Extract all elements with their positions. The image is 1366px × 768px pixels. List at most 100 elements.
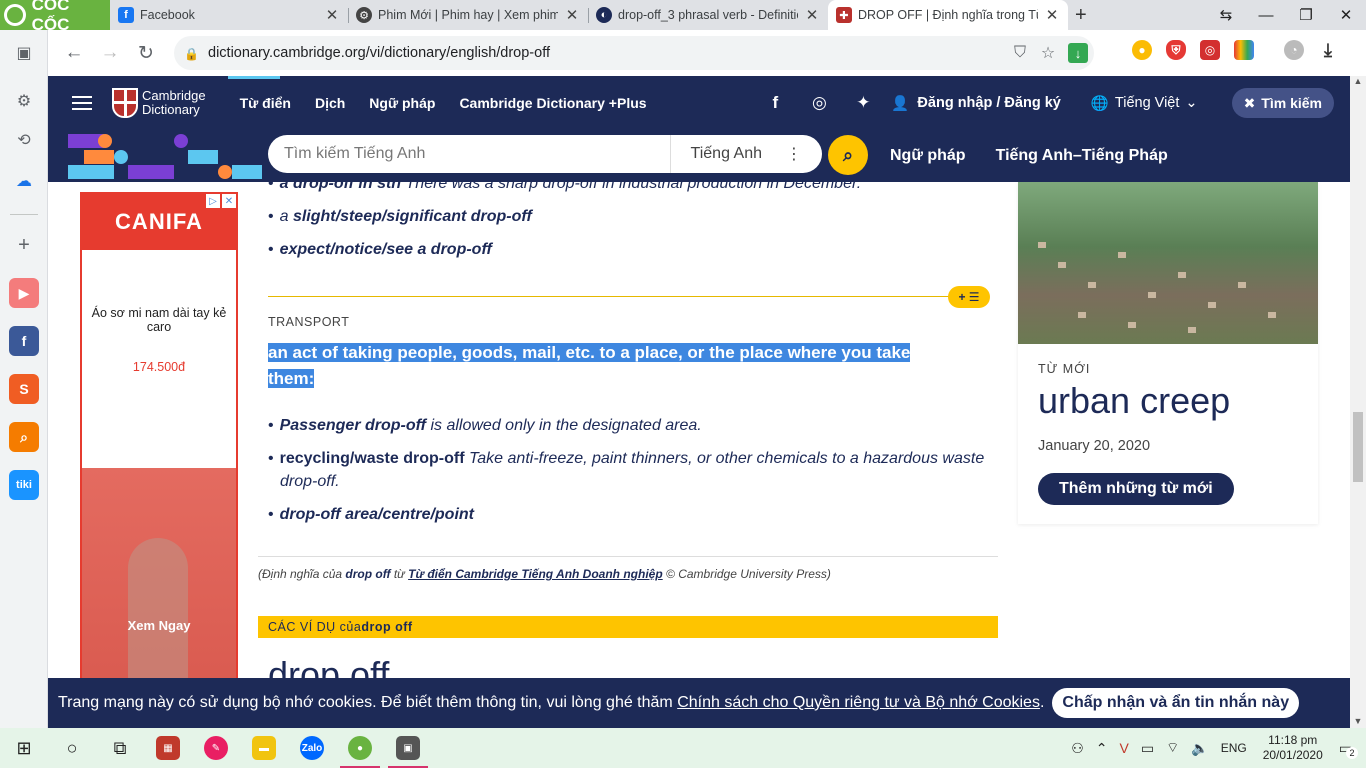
tab-search-icon[interactable]: ⇆: [1206, 0, 1246, 30]
file-explorer-icon[interactable]: ▬: [240, 728, 288, 768]
add-app-icon[interactable]: +: [9, 230, 39, 260]
messenger-icon[interactable]: ☁: [9, 166, 39, 196]
coccoc-menu-button[interactable]: CỐC CỐC: [0, 0, 110, 34]
sidebar-toggle-icon[interactable]: ▣: [9, 38, 39, 68]
notifications-icon[interactable]: ▭ 2: [1333, 740, 1358, 759]
close-tab-icon[interactable]: ✕: [564, 6, 580, 24]
back-icon[interactable]: ←: [56, 35, 92, 71]
privacy-policy-link[interactable]: Chính sách cho Quyền riêng tư và Bộ nhớ …: [677, 694, 1040, 712]
ad-close-icon[interactable]: ✕: [222, 194, 236, 208]
facebook-icon[interactable]: f: [9, 326, 39, 356]
tab-phimmoi[interactable]: ⚙ Phim Mới | Phim hay | Xem phim m ✕: [348, 0, 588, 30]
twitter-icon[interactable]: ✦: [841, 93, 885, 113]
unikey-icon[interactable]: V: [1114, 740, 1135, 756]
add-to-wordlist-button[interactable]: + ☰: [948, 286, 990, 308]
cambridge-logo[interactable]: Cambridge Dictionary: [112, 88, 206, 118]
logo-line1: Cambridge: [142, 88, 206, 103]
tab-oxford[interactable]: ◐ drop-off_3 phrasal verb - Definitio ✕: [588, 0, 828, 30]
color-extension-icon[interactable]: [1234, 40, 1254, 60]
new-tab-icon[interactable]: +: [1075, 4, 1087, 27]
youtube-icon[interactable]: ▶: [9, 278, 39, 308]
volume-icon[interactable]: 🔈: [1185, 740, 1214, 757]
link-english-french[interactable]: Tiếng Anh–Tiếng Pháp: [996, 147, 1168, 165]
reload-icon[interactable]: ↻: [128, 35, 164, 71]
menu-icon[interactable]: [72, 96, 92, 110]
tab-cambridge[interactable]: ✚ DROP OFF | Định nghĩa trong Từ đ ✕: [828, 0, 1068, 30]
shield-icon[interactable]: ⛉: [1006, 44, 1034, 62]
canifa-ad[interactable]: CANIFA ▷ ✕ Áo sơ mi nam dài tay kẻ caro 1…: [80, 192, 238, 678]
ad-product-name: Áo sơ mi nam dài tay kẻ caro: [91, 306, 227, 334]
nav-grammar[interactable]: Ngữ pháp: [357, 76, 447, 130]
calendar-app-icon[interactable]: ▦: [144, 728, 192, 768]
input-language[interactable]: ENG: [1215, 741, 1253, 755]
example-item: • recycling/waste drop-off Take anti-free…: [268, 450, 985, 490]
clock[interactable]: 11:18 pm 20/01/2020: [1253, 733, 1333, 763]
close-tab-icon[interactable]: ✕: [1044, 6, 1060, 24]
link-grammar[interactable]: Ngữ pháp: [890, 147, 966, 165]
battery-icon[interactable]: ▭: [1135, 740, 1160, 757]
shopee-icon[interactable]: S: [9, 374, 39, 404]
login-link[interactable]: 👤 Đăng nhập / Đăng ký: [891, 95, 1060, 112]
oxford-icon: ◐: [596, 7, 612, 23]
address-bar[interactable]: 🔒 dictionary.cambridge.org/vi/dictionary…: [174, 36, 1094, 70]
instagram-icon[interactable]: ◎: [797, 93, 841, 113]
task-view-icon[interactable]: ⧉: [96, 728, 144, 768]
ad-choices[interactable]: ▷ ✕: [206, 194, 236, 208]
scroll-down-icon[interactable]: ▼: [1350, 716, 1366, 726]
nav-translate[interactable]: Dịch: [303, 76, 357, 130]
close-tab-icon[interactable]: ✕: [324, 6, 340, 24]
search-toggle-button[interactable]: ✖ Tìm kiếm: [1231, 88, 1334, 118]
photos-app-icon[interactable]: ▣: [384, 728, 432, 768]
sense-divider: [268, 296, 958, 297]
adblock-icon[interactable]: ⛨: [1166, 40, 1186, 60]
avatar[interactable]: ◔: [1284, 40, 1304, 60]
nav-plus[interactable]: Cambridge Dictionary +Plus: [447, 76, 658, 130]
close-window-icon[interactable]: ✕: [1326, 0, 1366, 30]
close-icon: ✖: [1243, 94, 1256, 111]
ad-price: 174.500đ: [132, 360, 186, 374]
history-icon[interactable]: ⟲: [9, 125, 39, 155]
language-selector[interactable]: 🌐 Tiếng Việt ⌄: [1091, 95, 1198, 112]
dictionary-select[interactable]: Tiếng Anh ⋮: [669, 135, 822, 173]
nav-dictionary[interactable]: Từ điển: [227, 76, 303, 130]
download-icon[interactable]: ↓: [1068, 43, 1088, 63]
maximize-icon[interactable]: ❐: [1286, 0, 1326, 30]
settings-gear-icon[interactable]: ⚙: [9, 86, 39, 116]
forward-icon[interactable]: →: [92, 35, 128, 71]
wifi-icon[interactable]: ⌔: [1160, 739, 1185, 757]
more-new-words-button[interactable]: Thêm những từ mới: [1038, 473, 1234, 505]
people-icon[interactable]: ⚇: [1065, 740, 1090, 757]
cortana-search-icon[interactable]: ○: [48, 728, 96, 768]
search-app-icon[interactable]: ⌕: [9, 422, 39, 452]
coccoc-taskbar-icon[interactable]: ●: [336, 728, 384, 768]
cambridge-icon: ✚: [836, 7, 852, 23]
minimize-icon[interactable]: —: [1246, 0, 1286, 30]
new-word-title[interactable]: urban creep: [1038, 380, 1230, 422]
downloads-icon[interactable]: ⤓: [1318, 40, 1338, 60]
ad-cta[interactable]: Xem Ngay: [82, 618, 236, 633]
search-field[interactable]: Tìm kiếm Tiếng Anh Tiếng Anh ⋮: [268, 135, 822, 173]
tab-facebook[interactable]: f Facebook ✕: [110, 0, 348, 30]
new-word-kicker: TỪ MỚI: [1038, 362, 1091, 376]
bookmark-star-icon[interactable]: ☆: [1034, 43, 1062, 63]
more-vert-icon: ⋮: [786, 146, 802, 163]
examples-headword: drop off: [268, 654, 390, 678]
tiki-icon[interactable]: tiki: [9, 470, 39, 500]
coccoc-extension-icon[interactable]: ●: [1132, 40, 1152, 60]
search-input[interactable]: Tìm kiếm Tiếng Anh: [268, 145, 670, 163]
screenshot-extension-icon[interactable]: ◎: [1200, 40, 1220, 60]
browser-tab-strip: CỐC CỐC f Facebook ✕ ⚙ Phim Mới | Phim h…: [0, 0, 1366, 34]
search-button[interactable]: ⌕: [828, 135, 868, 175]
dictionary-select-label: Tiếng Anh: [690, 145, 762, 162]
zalo-icon[interactable]: Zalo: [288, 728, 336, 768]
page-scrollbar[interactable]: ▲ ▼: [1350, 76, 1366, 728]
show-hidden-icons-icon[interactable]: ⌃: [1090, 740, 1114, 757]
citation-source-link[interactable]: Từ điển Cambridge Tiếng Anh Doanh nghiệp: [408, 567, 663, 581]
paint-app-icon[interactable]: ✎: [192, 728, 240, 768]
windows-start-icon[interactable]: ⊞: [0, 728, 48, 768]
scroll-thumb[interactable]: [1353, 412, 1363, 482]
accept-cookies-button[interactable]: Chấp nhận và ẩn tin nhắn này: [1052, 688, 1300, 718]
facebook-icon[interactable]: f: [753, 93, 797, 113]
scroll-up-icon[interactable]: ▲: [1350, 76, 1366, 86]
close-tab-icon[interactable]: ✕: [804, 6, 820, 24]
